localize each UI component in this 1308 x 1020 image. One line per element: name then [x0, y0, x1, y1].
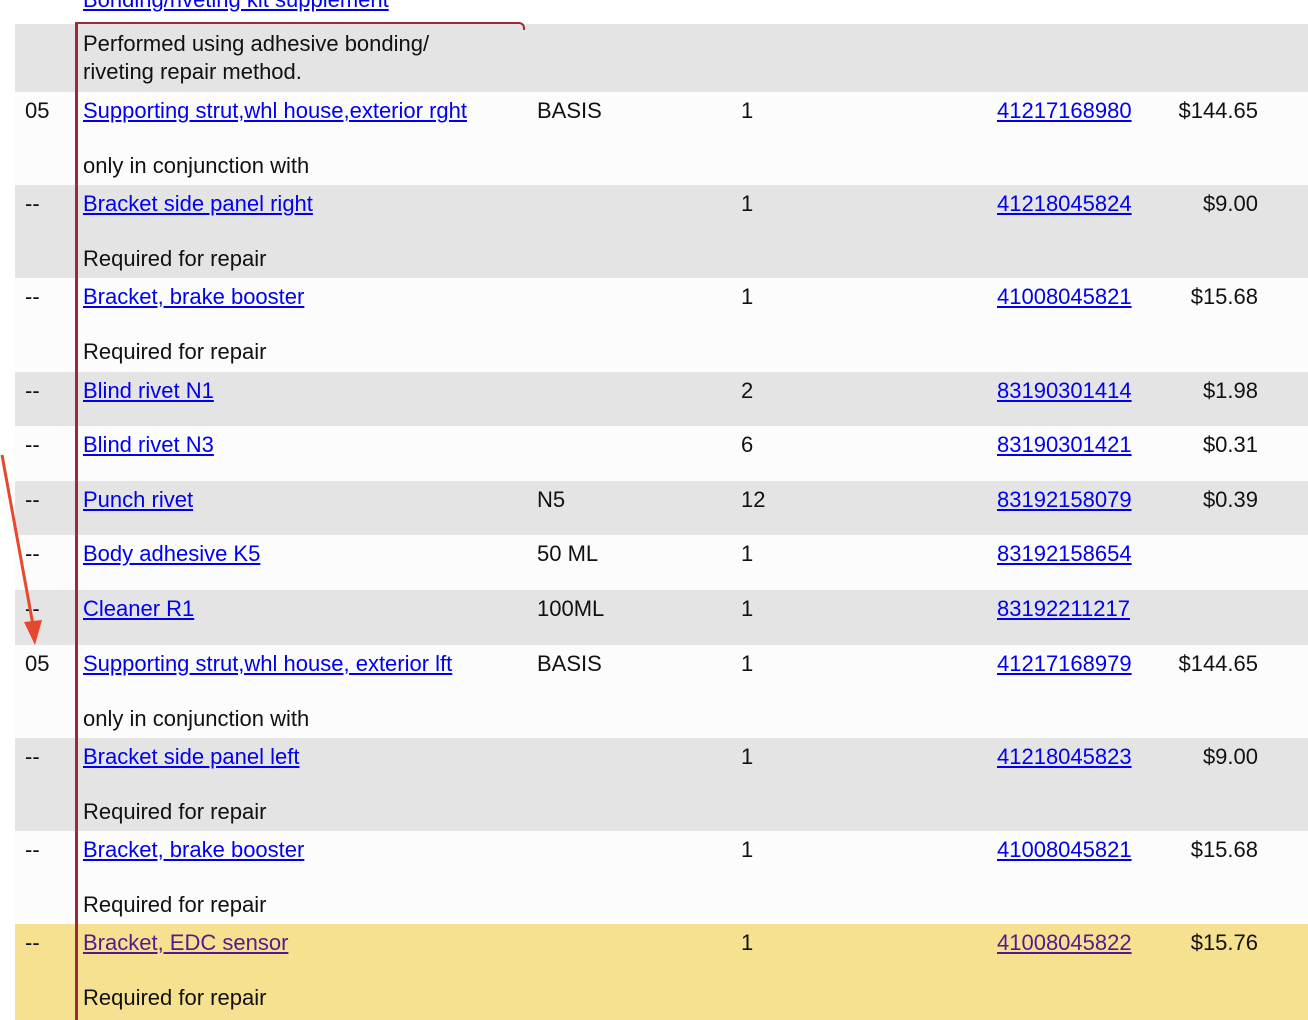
table-row: -- Bracket, EDC sensor 1 41008045822 $15.76 R…: [15, 924, 1308, 1020]
part-description-link[interactable]: Bracket, brake booster: [83, 283, 304, 311]
part-description-link[interactable]: Blind rivet N3: [83, 431, 214, 459]
top-partial-link[interactable]: Bonding/riveting kit supplement: [83, 0, 389, 14]
table-row: -- Bracket, brake booster 1 41008045821 $15.…: [15, 278, 1308, 372]
position-cell: --: [25, 541, 40, 566]
position-cell: --: [25, 284, 40, 309]
position-cell: --: [25, 487, 40, 512]
table-row: -- Bracket, brake booster 1 41008045821 $15.…: [15, 831, 1308, 924]
price-cell: $9.00: [1202, 744, 1258, 769]
table-row: -- Blind rivet N1 2 83190301414 $1.98: [15, 372, 1308, 426]
quantity-cell: 1: [741, 837, 754, 862]
price-cell: $0.39: [1202, 487, 1258, 512]
spec-cell: 100ML: [537, 596, 605, 621]
part-number-link[interactable]: 41217168980: [997, 97, 1132, 125]
quantity-cell: 12: [741, 487, 766, 512]
part-description-link[interactable]: Body adhesive K5: [83, 540, 260, 568]
parts-list-page: Bonding/riveting kit supplement Performe…: [0, 0, 1308, 1020]
table-row: -- Body adhesive K5 50 ML 1 83192158654: [15, 535, 1308, 590]
position-cell: --: [25, 744, 40, 769]
row-note: only in conjunction with: [83, 153, 310, 178]
part-description-link[interactable]: Supporting strut,whl house, exterior lft: [83, 650, 452, 678]
part-number-link[interactable]: 41218045823: [997, 743, 1132, 771]
row-note: Required for repair: [83, 799, 267, 824]
position-cell: --: [25, 432, 40, 457]
part-number-link[interactable]: 41008045822: [997, 929, 1132, 957]
position-cell: --: [25, 378, 40, 403]
price-cell: $0.31: [1202, 432, 1258, 457]
part-description-link[interactable]: Bracket side panel right: [83, 190, 313, 218]
row-note: Required for repair: [83, 339, 267, 364]
price-cell: $1.98: [1202, 378, 1258, 403]
frame-left-border: [75, 24, 78, 1020]
part-description-link[interactable]: Bracket, brake booster: [83, 836, 304, 864]
part-description-link[interactable]: Punch rivet: [83, 486, 193, 514]
price-cell: $9.00: [1202, 191, 1258, 216]
price-cell: $15.68: [1190, 837, 1258, 862]
part-number-link[interactable]: 41008045821: [997, 836, 1132, 864]
part-description-link[interactable]: Blind rivet N1: [83, 377, 214, 405]
row-note: Required for repair: [83, 985, 267, 1010]
part-description-link[interactable]: Bracket, EDC sensor: [83, 929, 288, 957]
quantity-cell: 1: [741, 98, 754, 123]
part-number-link[interactable]: 83192158079: [997, 486, 1132, 514]
part-number-link[interactable]: 83192211217: [997, 595, 1130, 623]
quantity-cell: 1: [741, 651, 754, 676]
price-cell: $15.68: [1190, 284, 1258, 309]
spec-cell: BASIS: [537, 651, 602, 676]
price-cell: $15.76: [1190, 930, 1258, 955]
part-number-link[interactable]: 83192158654: [997, 540, 1132, 568]
quantity-cell: 1: [741, 541, 754, 566]
spec-cell: 50 ML: [537, 541, 599, 566]
position-cell: 05: [25, 98, 50, 123]
quantity-cell: 1: [741, 930, 754, 955]
price-cell: $144.65: [1178, 98, 1258, 123]
header-note: Performed using adhesive bonding/ riveti…: [83, 31, 430, 84]
position-cell: --: [25, 930, 40, 955]
part-number-link[interactable]: 83190301414: [997, 377, 1132, 405]
quantity-cell: 1: [741, 744, 754, 769]
position-cell: 05: [25, 651, 50, 676]
part-description-link[interactable]: Cleaner R1: [83, 595, 194, 623]
row-note: Required for repair: [83, 246, 267, 271]
table-row: -- Cleaner R1 100ML 1 83192211217: [15, 590, 1308, 645]
row-note: Required for repair: [83, 892, 267, 917]
quantity-cell: 2: [741, 378, 754, 403]
table-row: 05 Supporting strut,whl house, exterior l…: [15, 645, 1308, 738]
table-row: -- Punch rivet N5 12 83192158079 $0.39: [15, 481, 1308, 535]
table-row: 05 Supporting strut,whl house,exterior rg…: [15, 92, 1308, 185]
row-note: only in conjunction with: [83, 706, 310, 731]
quantity-cell: 6: [741, 432, 754, 457]
table-row: -- Blind rivet N3 6 83190301421 $0.31: [15, 426, 1308, 481]
position-cell: --: [25, 837, 40, 862]
spec-cell: BASIS: [537, 98, 602, 123]
quantity-cell: 1: [741, 596, 754, 621]
frame-top-border: [75, 22, 525, 30]
part-number-link[interactable]: 41217168979: [997, 650, 1132, 678]
quantity-cell: 1: [741, 284, 754, 309]
position-cell: --: [25, 596, 40, 621]
part-description-link[interactable]: Bracket side panel left: [83, 743, 299, 771]
price-cell: $144.65: [1178, 651, 1258, 676]
part-number-link[interactable]: 83190301421: [997, 431, 1132, 459]
table-row: -- Bracket side panel left 1 41218045823 $9.…: [15, 738, 1308, 831]
position-cell: --: [25, 191, 40, 216]
part-number-link[interactable]: 41218045824: [997, 190, 1132, 218]
spec-cell: N5: [537, 487, 566, 512]
header-note-row: Performed using adhesive bonding/ riveti…: [15, 24, 1308, 92]
part-number-link[interactable]: 41008045821: [997, 283, 1132, 311]
quantity-cell: 1: [741, 191, 754, 216]
part-description-link[interactable]: Supporting strut,whl house,exterior rght: [83, 97, 467, 125]
table-row: -- Bracket side panel right 1 41218045824 $9…: [15, 185, 1308, 278]
